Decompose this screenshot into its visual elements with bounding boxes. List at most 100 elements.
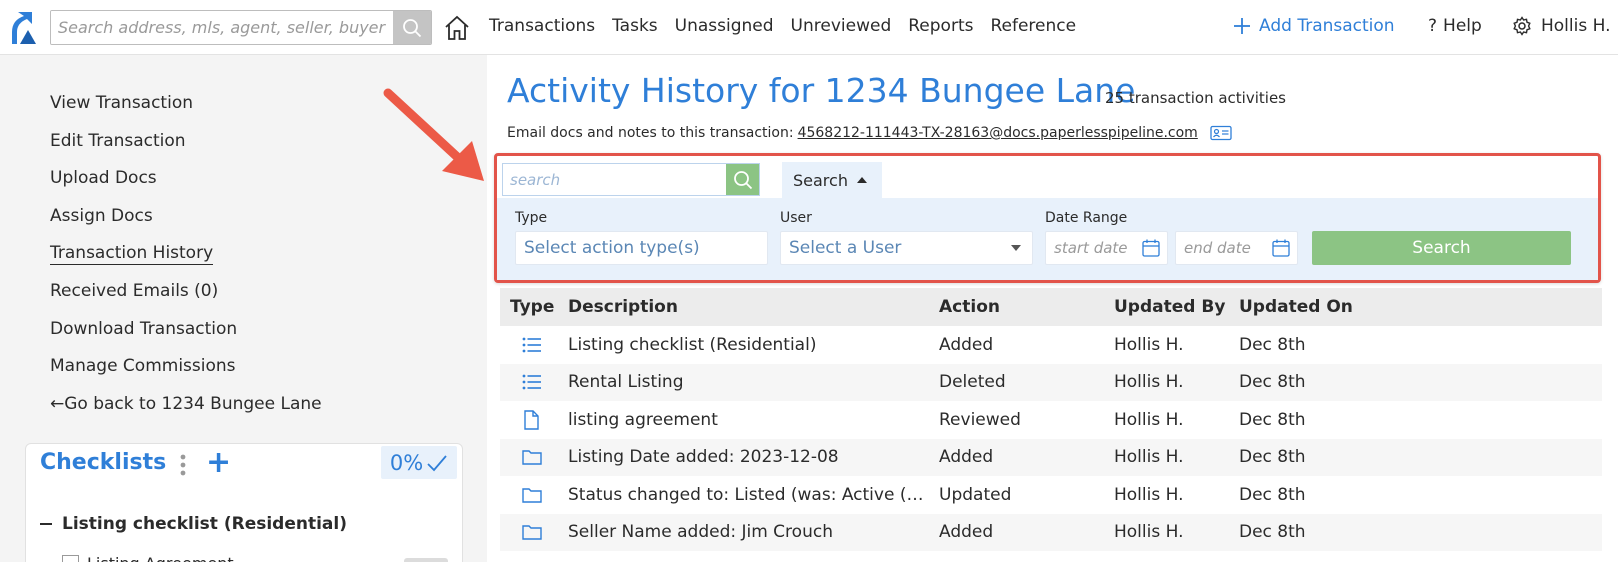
column-header-type: Type [510, 297, 555, 317]
row-description: Listing checklist (Residential) [568, 334, 817, 355]
checklist-item-badge [404, 558, 448, 562]
contact-card-icon[interactable] [1210, 125, 1232, 141]
checklist-item[interactable]: Listing Agreement [62, 554, 234, 562]
row-updated-on: Dec 8th [1239, 447, 1306, 468]
list-icon [522, 374, 541, 390]
start-date-placeholder: start date [1054, 239, 1128, 257]
nav-unreviewed[interactable]: Unreviewed [791, 16, 892, 36]
row-updated-on: Dec 8th [1239, 484, 1306, 505]
add-transaction-button[interactable]: Add Transaction [1233, 16, 1395, 36]
sidebar-item-received-emails[interactable]: Received Emails (0) [50, 273, 322, 311]
row-description: Seller Name added: Jim Crouch [568, 522, 833, 543]
nav-tasks[interactable]: Tasks [612, 16, 658, 36]
calendar-icon[interactable] [1271, 238, 1291, 258]
main-nav: Transactions Tasks Unassigned Unreviewed… [489, 16, 1076, 36]
row-action: Reviewed [939, 409, 1021, 430]
sidebar-item-go-back[interactable]: ←Go back to 1234 Bungee Lane [50, 386, 322, 424]
table-row[interactable]: Seller Name added: Jim Crouch Added Holl… [500, 513, 1602, 551]
activity-search [502, 163, 760, 196]
activity-search-input[interactable] [503, 164, 726, 195]
sidebar-item-upload-docs[interactable]: Upload Docs [50, 160, 322, 198]
home-icon[interactable] [443, 14, 471, 42]
activity-count: 25 transaction activities [1105, 89, 1286, 107]
help-button[interactable]: ? Help [1428, 16, 1482, 36]
start-date-field[interactable]: start date [1045, 231, 1168, 265]
activity-search-button[interactable] [726, 164, 759, 195]
search-icon [403, 18, 422, 37]
column-header-updated-by: Updated By [1114, 297, 1226, 317]
user-name: Hollis H. [1541, 16, 1611, 36]
table-row[interactable]: Status changed to: Listed (was: Active (… [500, 476, 1602, 514]
sidebar-item-edit-transaction[interactable]: Edit Transaction [50, 123, 322, 161]
caret-down-icon [1011, 245, 1021, 251]
checklist-item-checkbox[interactable] [62, 555, 79, 562]
activity-search-filters: Search Type Select action type(s) User S… [494, 153, 1601, 283]
caret-up-icon [856, 177, 867, 183]
nav-reports[interactable]: Reports [908, 16, 973, 36]
list-icon [522, 337, 541, 353]
more-vertical-icon[interactable] [178, 452, 188, 478]
help-label: Help [1443, 16, 1482, 36]
sidebar-item-manage-commissions[interactable]: Manage Commissions [50, 348, 322, 386]
sidebar-item-transaction-history[interactable]: Transaction History [50, 235, 322, 273]
folder-icon [522, 450, 542, 465]
table-row[interactable]: listing agreement Reviewed Hollis H. Dec… [500, 401, 1602, 439]
checklist-progress[interactable]: 0% [381, 446, 457, 479]
row-description: listing agreement [568, 409, 718, 430]
table-header: Type Description Action Updated By Updat… [500, 288, 1602, 326]
document-icon [524, 410, 539, 430]
row-updated-on: Dec 8th [1239, 522, 1306, 543]
action-type-select[interactable]: Select action type(s) [515, 231, 768, 265]
global-search-button[interactable] [393, 11, 431, 44]
transaction-email-line: Email docs and notes to this transaction… [507, 125, 1232, 141]
paperless-pipeline-logo-icon[interactable] [8, 10, 40, 46]
row-updated-on: Dec 8th [1239, 409, 1306, 430]
transaction-email-link[interactable]: 4568212-111443-TX-28163@docs.paperlesspi… [798, 125, 1198, 141]
row-updated-by: Hollis H. [1114, 409, 1184, 430]
question-mark-icon: ? [1428, 16, 1438, 36]
calendar-icon[interactable] [1141, 238, 1161, 258]
add-checklist-icon[interactable]: + [206, 448, 231, 478]
email-label: Email docs and notes to this transaction… [507, 125, 794, 141]
table-row[interactable]: Listing Date added: 2023-12-08 Added Hol… [500, 438, 1602, 476]
row-action: Added [939, 334, 994, 355]
row-updated-by: Hollis H. [1114, 334, 1184, 355]
table-row[interactable]: Listing checklist (Residential) Added Ho… [500, 326, 1602, 364]
row-updated-by: Hollis H. [1114, 484, 1184, 505]
collapse-icon[interactable] [40, 523, 52, 525]
user-select[interactable]: Select a User [780, 231, 1033, 265]
folder-icon [522, 488, 542, 503]
advanced-search-panel: Type Select action type(s) User Select a… [497, 198, 1598, 280]
global-search-input[interactable] [51, 11, 393, 44]
sidebar-item-download-transaction[interactable]: Download Transaction [50, 311, 322, 349]
row-updated-on: Dec 8th [1239, 334, 1306, 355]
add-transaction-label: Add Transaction [1259, 16, 1395, 36]
arrow-left-icon: ← [50, 393, 65, 414]
search-icon [733, 170, 752, 189]
checklists-title: Checklists [40, 450, 167, 475]
nav-unassigned[interactable]: Unassigned [675, 16, 774, 36]
folder-icon [522, 525, 542, 540]
row-updated-by: Hollis H. [1114, 372, 1184, 393]
row-updated-by: Hollis H. [1114, 447, 1184, 468]
column-header-action: Action [939, 297, 1000, 317]
gear-icon [1513, 16, 1531, 36]
nav-transactions[interactable]: Transactions [489, 16, 595, 36]
column-header-description: Description [568, 297, 678, 317]
plus-icon [1234, 18, 1250, 34]
sidebar-item-assign-docs[interactable]: Assign Docs [50, 198, 322, 236]
end-date-field[interactable]: end date [1175, 231, 1298, 265]
filter-search-button[interactable]: Search [1312, 231, 1571, 265]
advanced-search-toggle[interactable]: Search [782, 162, 882, 198]
advanced-search-label: Search [793, 170, 848, 190]
checklist-item-label: Listing Agreement [87, 554, 234, 562]
sidebar-item-view-transaction[interactable]: View Transaction [50, 85, 322, 123]
user-menu[interactable]: Hollis H. [1512, 16, 1611, 36]
transaction-menu: View Transaction Edit Transaction Upload… [50, 85, 322, 423]
nav-reference[interactable]: Reference [990, 16, 1076, 36]
date-range-label: Date Range [1045, 210, 1128, 226]
checklist-name[interactable]: Listing checklist (Residential) [40, 514, 347, 534]
checklist-percent: 0% [389, 450, 424, 475]
row-action: Added [939, 447, 994, 468]
table-row[interactable]: Rental Listing Deleted Hollis H. Dec 8th [500, 363, 1602, 401]
